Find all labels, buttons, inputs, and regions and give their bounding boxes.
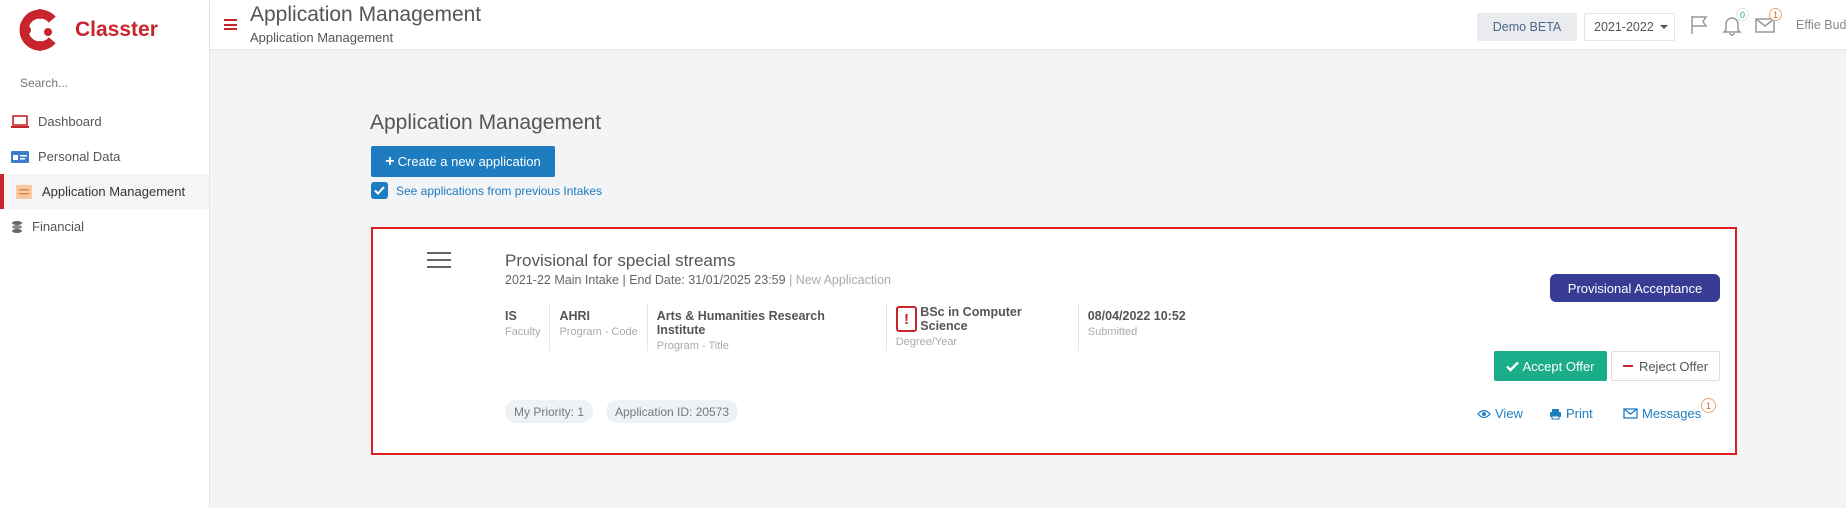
sidebar-nav: Dashboard Personal Data Application Mana… [0, 104, 209, 244]
coins-icon [10, 219, 24, 235]
program-title-detail: Arts & Humanities Research Institute Pro… [646, 304, 886, 352]
drag-handle-icon[interactable] [427, 252, 451, 269]
plus-icon: + [385, 152, 395, 170]
reject-offer-button[interactable]: Reject Offer [1611, 351, 1720, 381]
application-type: New Applicaction [795, 273, 891, 287]
year-select-value: 2021-2022 [1594, 20, 1654, 34]
sidebar-item-label: Personal Data [38, 149, 121, 164]
application-card: Provisional for special streams 2021-22 … [371, 227, 1737, 455]
sidebar-item-application-management[interactable]: Application Management [0, 174, 209, 209]
degree-detail: ! BSc in Computer Science Degree/Year [885, 304, 1078, 351]
envelope-icon [1623, 408, 1638, 419]
messages-label: Messages [1642, 406, 1702, 421]
messages-link[interactable]: Messages [1623, 406, 1701, 421]
program-title-value: Arts & Humanities Research Institute [656, 309, 825, 337]
breadcrumb: Application Management [250, 30, 394, 45]
sidebar-item-financial[interactable]: Financial [0, 209, 209, 244]
view-link[interactable]: View [1477, 406, 1523, 421]
reject-offer-label: Reject Offer [1638, 358, 1709, 374]
priority-pill: My Priority: 1 [505, 400, 594, 423]
menu-toggle-icon[interactable] [224, 19, 237, 30]
minus-icon [1622, 365, 1633, 367]
classter-logo-icon [18, 8, 62, 52]
faculty-value: IS [505, 309, 517, 323]
application-meta: 2021-22 Main Intake | End Date: 31/01/20… [505, 273, 891, 287]
app-name: Classter [75, 18, 158, 41]
laptop-icon [10, 114, 30, 130]
accept-offer-label: Accept Offer [1522, 358, 1595, 374]
warning-icon: ! [895, 306, 918, 332]
program-code-value: AHRI [559, 309, 591, 323]
application-details: IS Faculty AHRI Program - Code Arts & Hu… [505, 304, 1195, 352]
status-badge: Provisional Acceptance [1550, 274, 1720, 302]
eye-icon [1477, 409, 1491, 418]
previous-intakes-label[interactable]: See applications from previous Intakes [396, 184, 602, 198]
checkmark-icon [1506, 361, 1520, 372]
top-bar: Application Management Application Manag… [210, 0, 1846, 50]
accept-offer-button[interactable]: Accept Offer [1494, 351, 1607, 381]
view-label: View [1495, 406, 1523, 421]
demo-beta-button[interactable]: Demo BETA [1477, 13, 1577, 41]
notifications-badge: 0 [1736, 8, 1749, 21]
sidebar-search-input[interactable]: Search... [20, 76, 68, 90]
sidebar-item-label: Application Management [42, 184, 186, 199]
user-name[interactable]: Effie Bud [1796, 18, 1846, 32]
end-date: End Date: 31/01/2025 23:59 [629, 273, 786, 287]
previous-intakes-toggle[interactable]: See applications from previous Intakes [371, 182, 602, 199]
program-code-detail: AHRI Program - Code [549, 304, 646, 351]
content-title: Application Management [370, 111, 602, 134]
program-code-label: Program - Code [559, 326, 638, 338]
id-card-icon [10, 149, 30, 165]
create-application-button[interactable]: + Create a new application [371, 146, 555, 177]
faculty-detail: IS Faculty [505, 304, 549, 351]
bell-icon[interactable]: 0 [1721, 8, 1749, 36]
printer-icon [1550, 408, 1561, 419]
submitted-label: Submitted [1087, 326, 1138, 338]
chevron-down-icon [1659, 25, 1668, 29]
application-icon [14, 184, 34, 200]
faculty-label: Faculty [505, 326, 541, 338]
degree-label: Degree/Year [895, 336, 958, 348]
messages-badge: 1 [1769, 8, 1782, 21]
program-title-label: Program - Title [656, 340, 729, 352]
application-title: Provisional for special streams [505, 251, 736, 270]
submitted-value: 08/04/2022 10:52 [1087, 309, 1186, 323]
degree-value: BSc in Computer Science [920, 305, 1022, 333]
sidebar-item-dashboard[interactable]: Dashboard [0, 104, 209, 139]
flag-icon[interactable] [1689, 14, 1711, 36]
checkbox-checked-icon[interactable] [371, 182, 388, 199]
print-link[interactable]: Print [1549, 406, 1593, 421]
messages-count-badge: 1 [1701, 398, 1716, 413]
print-label: Print [1566, 406, 1593, 421]
sidebar-item-personal-data[interactable]: Personal Data [0, 139, 209, 174]
create-application-label: Create a new application [397, 154, 541, 169]
sidebar: Classter Search... Dashboard Personal Da… [0, 0, 210, 508]
page-title: Application Management [250, 3, 482, 26]
envelope-icon[interactable]: 1 [1754, 8, 1782, 36]
sidebar-item-label: Dashboard [38, 114, 102, 129]
sidebar-item-label: Financial [32, 219, 85, 234]
submitted-detail: 08/04/2022 10:52 Submitted [1077, 304, 1195, 351]
application-id-pill: Application ID: 20573 [606, 400, 739, 423]
logo[interactable]: Classter [18, 8, 158, 52]
year-select[interactable]: 2021-2022 [1584, 13, 1675, 41]
intake-name: 2021-22 Main Intake [505, 273, 619, 287]
